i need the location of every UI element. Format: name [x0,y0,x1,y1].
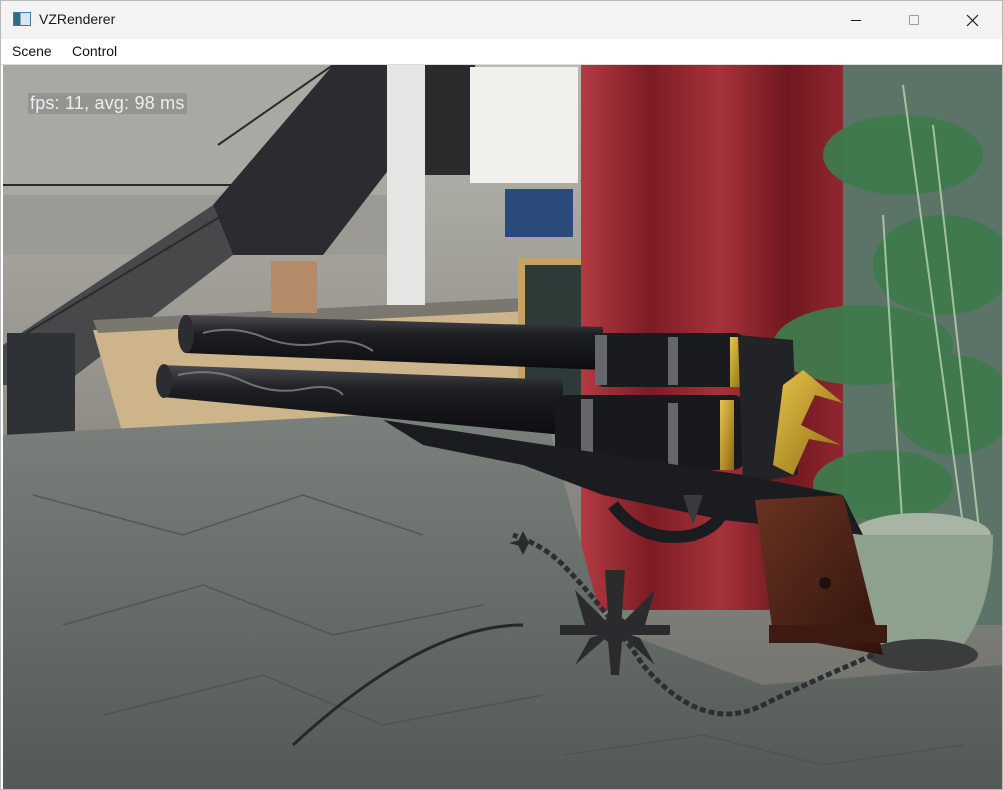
app-icon [13,12,31,26]
window-title: VZRenderer [39,11,116,27]
close-icon [966,14,978,26]
menu-bar: Scene Control [1,39,1002,65]
maximize-button[interactable] [885,1,943,39]
menu-scene[interactable]: Scene [10,43,54,59]
menu-control[interactable]: Control [70,43,119,59]
maximize-icon [909,15,919,25]
fps-readout: fps: 11, avg: 98 ms [28,93,187,114]
title-bar[interactable]: VZRenderer [1,1,1002,39]
app-window: VZRenderer Scene Control fps: 11, avg: 9… [0,0,1003,790]
close-button[interactable] [943,1,1001,39]
minimize-button[interactable] [827,1,885,39]
render-viewport[interactable]: fps: 11, avg: 98 ms [3,65,1002,789]
minimize-icon [851,19,861,21]
rendered-scene [3,65,1002,789]
